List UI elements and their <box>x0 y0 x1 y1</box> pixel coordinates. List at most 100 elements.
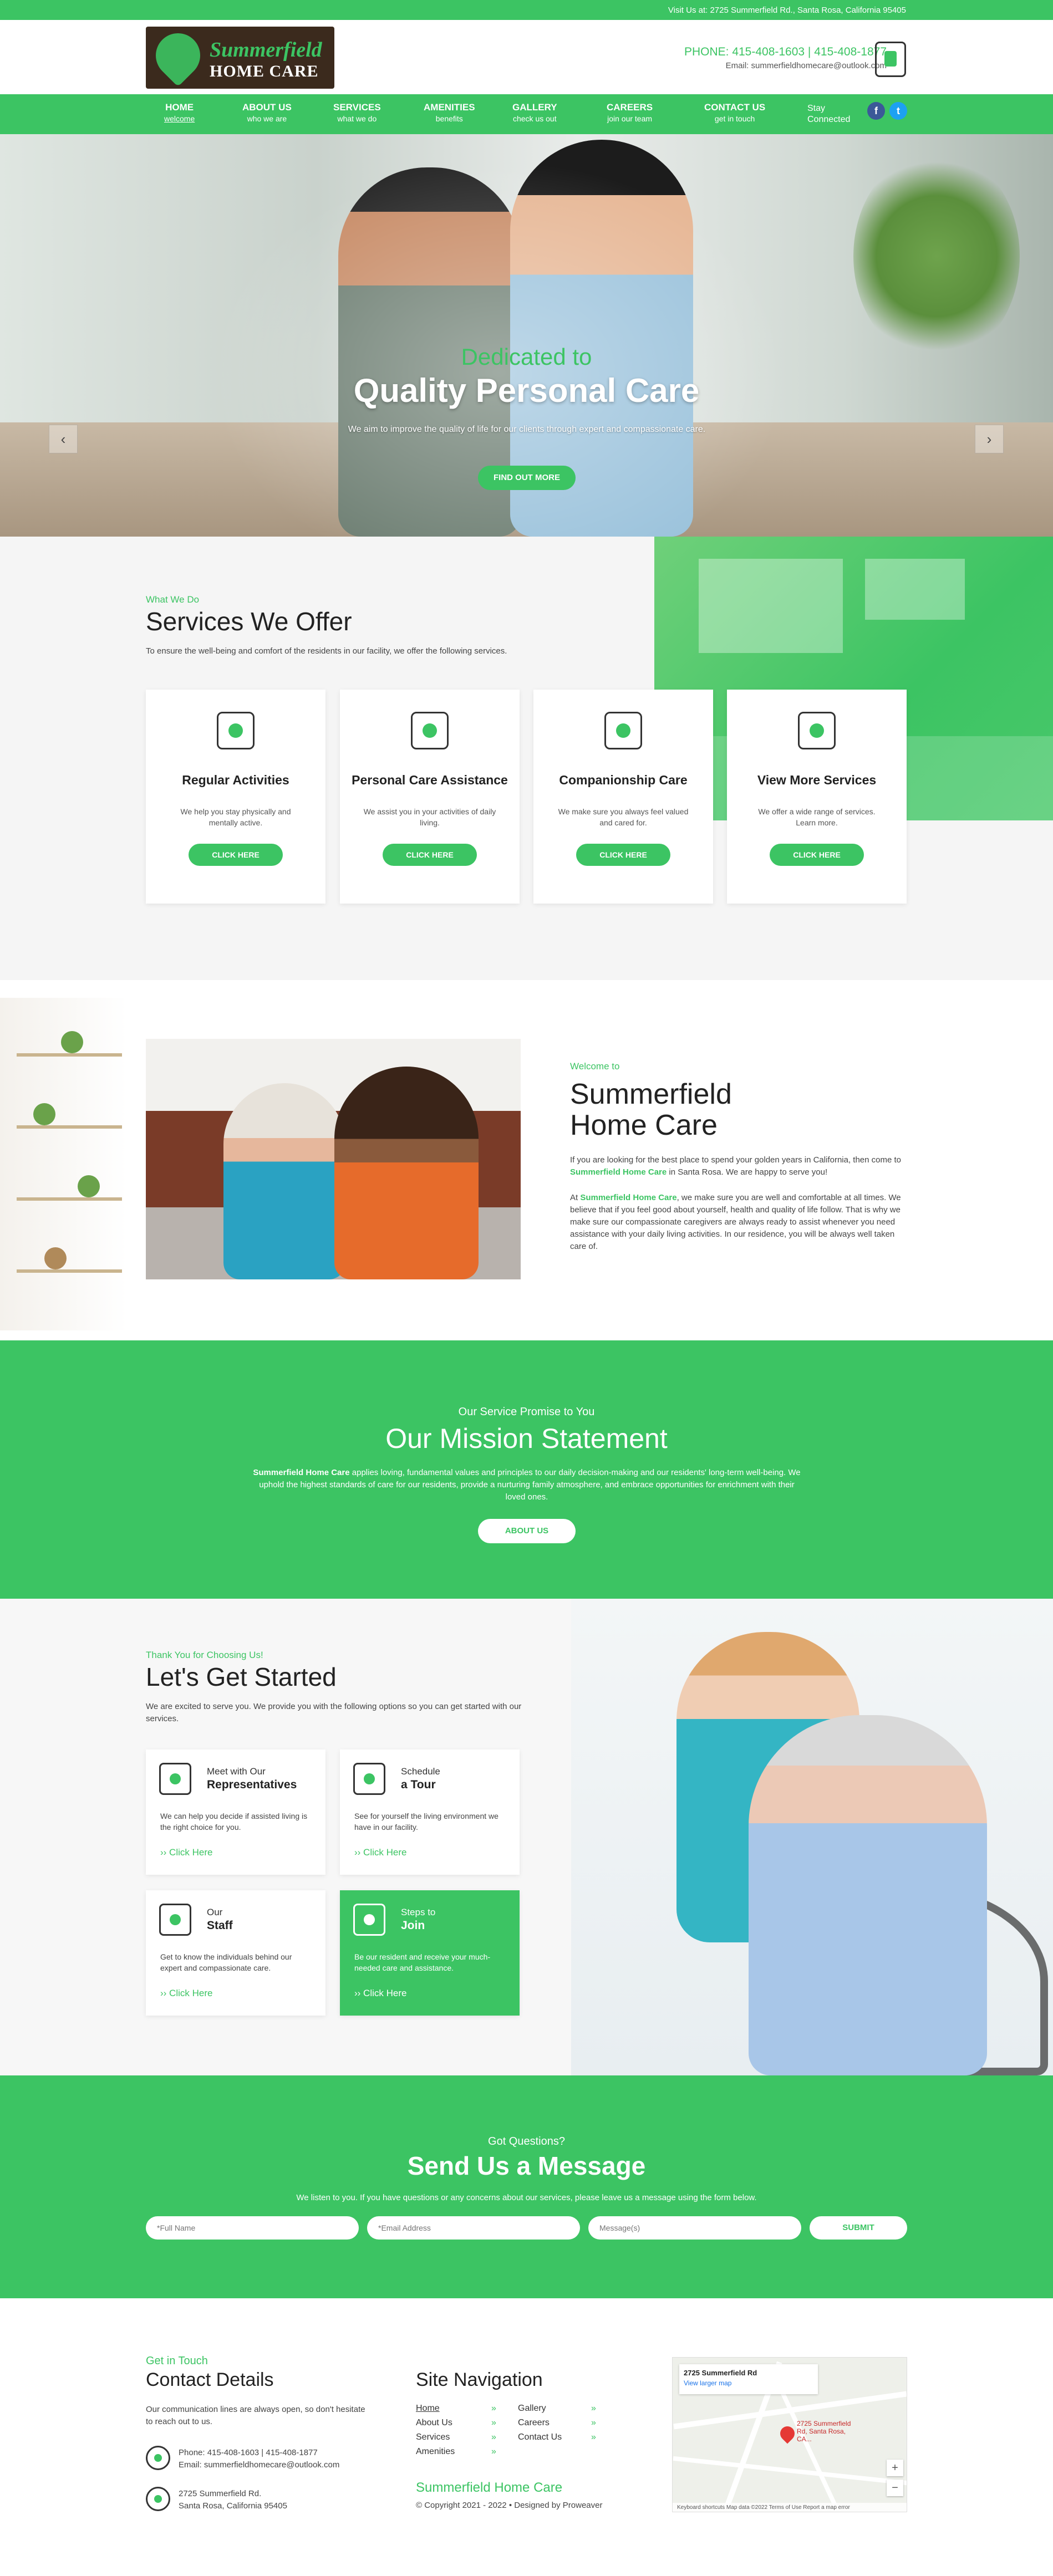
nav-sublabel: get in touch <box>714 114 755 123</box>
map-info-card: 2725 Summerfield Rd View larger map <box>679 2364 818 2394</box>
card-text: We assist you in your activities of dail… <box>363 807 496 827</box>
click-here-button[interactable]: CLICK HERE <box>383 844 477 866</box>
nav-sublabel: benefits <box>435 114 463 123</box>
footer-link-contact[interactable]: Contact Us <box>518 2432 562 2442</box>
nav-label: CAREERS <box>607 102 653 113</box>
top-bar: Visit Us at: 2725 Summerfield Rd., Santa… <box>0 0 1053 20</box>
logo-text-line2: HOME CARE <box>210 62 319 80</box>
welcome-paragraph-1: If you are looking for the best place to… <box>570 1155 902 1177</box>
activities-icon <box>217 712 255 749</box>
about-us-button[interactable]: ABOUT US <box>478 1519 576 1543</box>
facebook-icon[interactable]: f <box>867 102 885 120</box>
click-here-button[interactable]: CLICK HERE <box>770 844 864 866</box>
zoom-out-icon[interactable]: − <box>887 2480 903 2496</box>
footer-link-services[interactable]: Services <box>416 2432 450 2442</box>
option-box-join[interactable]: Steps to Join Be our resident and receiv… <box>340 1890 520 2016</box>
hero-subtitle: Dedicated to <box>461 344 592 370</box>
footer-link-amenities[interactable]: Amenities <box>416 2447 455 2457</box>
header-email[interactable]: Email: summerfieldhomecare@outlook.com <box>726 61 887 70</box>
message-input[interactable] <box>588 2216 801 2240</box>
slider-prev-icon[interactable]: ‹ <box>49 425 78 453</box>
heart-logo-icon <box>146 24 210 87</box>
footer-link-home[interactable]: Home <box>416 2404 440 2414</box>
footer-address-1: 2725 Summerfield Rd. <box>179 2489 262 2498</box>
visit-address: Visit Us at: 2725 Summerfield Rd., Santa… <box>668 6 906 15</box>
twitter-icon[interactable]: t <box>889 102 907 120</box>
email-input[interactable] <box>367 2216 580 2240</box>
nav-label: ABOUT US <box>242 102 292 113</box>
welcome-subtitle: Welcome to <box>570 1061 620 1072</box>
stay-label: Stay <box>807 104 826 113</box>
logo-text-line1: Summerfield <box>210 38 322 62</box>
nav-label: HOME <box>165 102 194 113</box>
nav-item-careers[interactable]: CAREERS join our team <box>607 102 653 123</box>
nav-item-home[interactable]: HOME welcome <box>164 102 195 123</box>
message-text: We listen to you. If you have questions … <box>296 2193 757 2202</box>
option-box-tour[interactable]: Schedule a Tour See for yourself the liv… <box>340 1749 520 1875</box>
nav-label: GALLERY <box>512 102 557 113</box>
card-title: Companionship Care <box>559 773 688 787</box>
click-here-link[interactable]: ›› Click Here <box>160 1988 212 1999</box>
started-subtitle: Thank You for Choosing Us! <box>146 1650 263 1660</box>
slider-next-icon[interactable]: › <box>975 425 1004 453</box>
card-title: View More Services <box>757 773 877 787</box>
find-out-more-button[interactable]: FIND OUT MORE <box>478 466 576 490</box>
map-attribution: Keyboard shortcuts Map data ©2022 Terms … <box>673 2503 907 2512</box>
steps-icon <box>353 1904 385 1936</box>
service-card: View More Services We offer a wide range… <box>727 690 907 904</box>
contact-text: Our communication lines are always open,… <box>146 2405 365 2426</box>
chevron-right-icon: » <box>591 2432 596 2442</box>
nav-sublabel: join our team <box>607 114 653 123</box>
footer-link-careers[interactable]: Careers <box>518 2418 550 2428</box>
submit-button[interactable]: SUBMIT <box>810 2216 907 2240</box>
footer-link-about[interactable]: About Us <box>416 2418 452 2428</box>
nav-label: SERVICES <box>333 102 381 113</box>
mission-subtitle: Our Service Promise to You <box>458 1406 595 1418</box>
option-box-staff[interactable]: Our Staff Get to know the individuals be… <box>146 1890 325 2016</box>
footer-link-gallery[interactable]: Gallery <box>518 2404 546 2414</box>
message-title: Send Us a Message <box>407 2151 646 2180</box>
services-text: To ensure the well-being and comfort of … <box>146 646 507 656</box>
map-pin-label: 2725 Summerfield Rd, Santa Rosa, CA... <box>797 2420 851 2443</box>
card-title: Regular Activities <box>182 773 289 787</box>
hero-title: Quality Personal Care <box>353 372 700 409</box>
message-subtitle: Got Questions? <box>488 2135 565 2147</box>
click-here-button[interactable]: CLICK HERE <box>189 844 283 866</box>
service-card: Companionship Care We make sure you alwa… <box>533 690 713 904</box>
view-larger-map-link[interactable]: View larger map <box>684 2379 813 2387</box>
footer-address-2: Santa Rosa, California 95405 <box>179 2501 287 2511</box>
click-here-link[interactable]: ›› Click Here <box>354 1988 406 1999</box>
personal-care-icon <box>411 712 449 749</box>
location-icon <box>146 2487 170 2511</box>
chevron-right-icon: » <box>591 2404 596 2413</box>
contact-subtitle: Get in Touch <box>146 2355 208 2367</box>
footer-email[interactable]: Email: summerfieldhomecare@outlook.com <box>179 2459 339 2471</box>
click-here-button[interactable]: CLICK HERE <box>576 844 670 866</box>
option-box-representatives[interactable]: Meet with Our Representatives We can hel… <box>146 1749 325 1875</box>
click-here-link[interactable]: ›› Click Here <box>354 1847 406 1858</box>
logo[interactable]: Summerfield HOME CARE <box>146 24 334 89</box>
nav-item-services[interactable]: SERVICES what we do <box>333 102 381 123</box>
welcome-title: Summerfield Home Care <box>570 1079 732 1141</box>
contact-title: Contact Details <box>146 2369 274 2390</box>
mission-text: Summerfield Home Care applies loving, fu… <box>253 1468 801 1502</box>
nav-item-contact[interactable]: CONTACT US get in touch <box>704 102 765 123</box>
header-phone[interactable]: PHONE: 415-408-1603 | 415-408-1877 <box>684 45 887 59</box>
chevron-right-icon: » <box>491 2404 496 2413</box>
welcome-title-line1: Summerfield <box>570 1078 732 1110</box>
footer-phone[interactable]: Phone: 415-408-1603 | 415-408-1877 <box>179 2447 318 2459</box>
mission-title: Our Mission Statement <box>385 1423 668 1454</box>
nav-item-gallery[interactable]: GALLERY check us out <box>512 102 557 123</box>
site-nav-title: Site Navigation <box>416 2369 543 2390</box>
full-name-input[interactable] <box>146 2216 359 2240</box>
nav-label: AMENITIES <box>424 102 475 113</box>
click-here-link[interactable]: ›› Click Here <box>160 1847 212 1858</box>
services-title: Services We Offer <box>146 607 352 636</box>
nav-sublabel: who we are <box>247 114 287 123</box>
hero-text: We aim to improve the quality of life fo… <box>348 425 706 434</box>
location-map[interactable]: 2725 Summerfield Rd View larger map 2725… <box>672 2357 907 2512</box>
contact-device-icon <box>875 42 906 77</box>
zoom-in-icon[interactable]: + <box>887 2460 903 2476</box>
nav-item-amenities[interactable]: AMENITIES benefits <box>424 102 475 123</box>
nav-item-about[interactable]: ABOUT US who we are <box>242 102 292 123</box>
